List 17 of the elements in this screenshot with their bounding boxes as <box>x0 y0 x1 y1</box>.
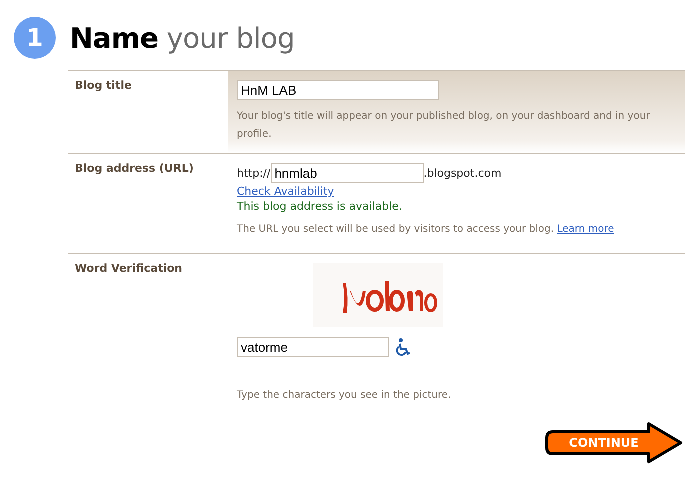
verification-hint: Type the characters you see in the picture. <box>237 389 452 403</box>
blog-address-field[interactable]: hnmlab <box>270 163 424 183</box>
field-label: Blog address (URL) <box>75 162 194 175</box>
step-number: 1 <box>14 17 56 59</box>
field-label: Blog title <box>75 79 132 92</box>
availability-status: This blog address is available. <box>237 200 404 213</box>
field-label: Word Verification <box>75 262 183 275</box>
url-prefix: http:// <box>237 166 271 180</box>
title-hint: Your blog's title will appear on your published blog, on your dashboard and in your profile. <box>237 110 652 142</box>
verification-field[interactable]: vatorme <box>237 337 389 357</box>
learn-more-link[interactable]: Learn more <box>557 224 614 235</box>
url-hint: The URL you select will be used by visitors to access your blog. Learn more <box>237 223 616 237</box>
page-title: Name your blog <box>70 22 295 54</box>
blog-title-field[interactable]: HnM LAB <box>237 80 439 100</box>
check-availability-link[interactable]: Check Availability <box>237 185 334 198</box>
url-suffix: .blogspot.com <box>424 166 502 180</box>
wheelchair-icon[interactable] <box>395 338 411 356</box>
